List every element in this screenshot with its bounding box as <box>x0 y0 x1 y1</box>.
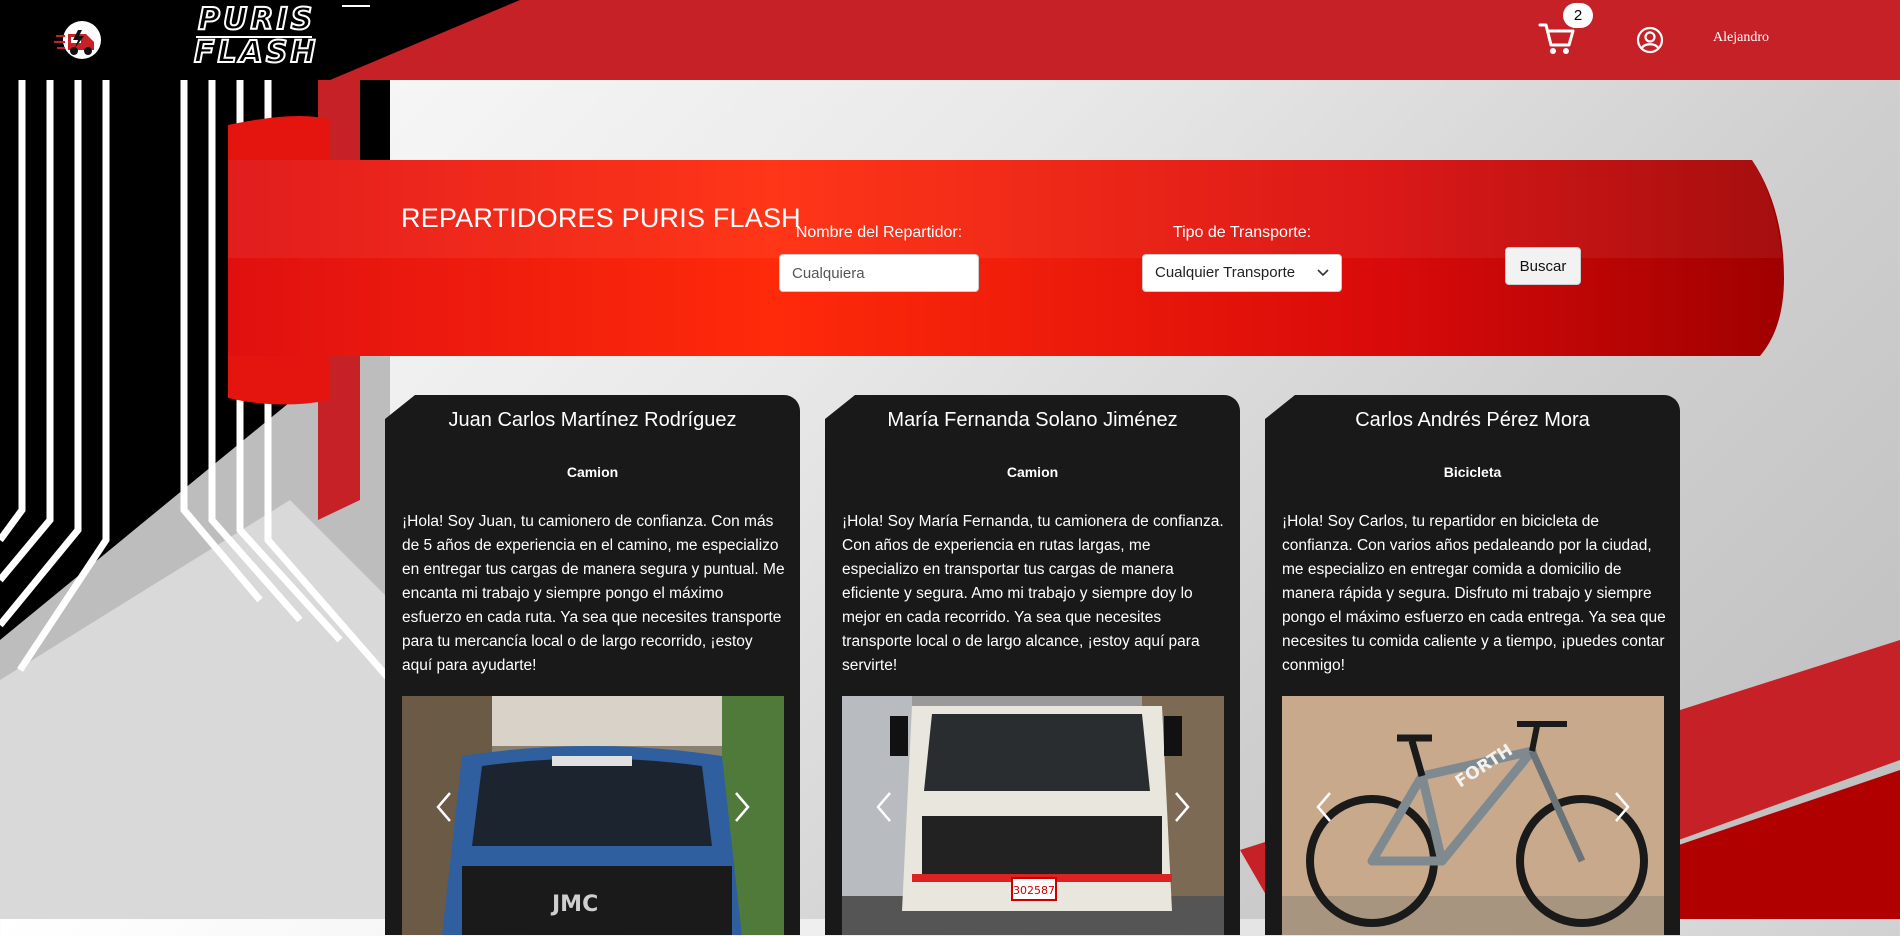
svg-text:PURIS: PURIS <box>198 2 315 37</box>
cart-count-badge: 2 <box>1563 3 1593 28</box>
transport-type-select[interactable]: Cualquier Transporte <box>1142 254 1342 292</box>
bicycle-image: FORTH <box>1282 696 1664 935</box>
courier-vehicle-photo-carousel: JMC <box>402 696 784 935</box>
courier-description: ¡Hola! Soy María Fernanda, tu camionera … <box>842 513 1224 674</box>
courier-description: ¡Hola! Soy Juan, tu camionero de confian… <box>402 513 785 674</box>
carousel-prev-icon[interactable] <box>1314 791 1334 823</box>
courier-transport-type: Camion <box>1006 464 1059 480</box>
courier-transport-type: Camion <box>566 464 619 480</box>
svg-text:JMC: JMC <box>550 892 598 917</box>
user-account-icon[interactable] <box>1636 26 1664 54</box>
user-name-link[interactable]: Alejandro <box>1713 30 1769 46</box>
white-truck-image: 302587 <box>842 696 1224 935</box>
carousel-next-icon[interactable] <box>1172 791 1192 823</box>
courier-card[interactable]: Juan Carlos Martínez Rodríguez Camion ¡H… <box>385 395 800 935</box>
chevron-down-icon <box>1317 269 1329 277</box>
name-filter-label: Nombre del Repartidor: <box>795 224 963 241</box>
license-plate: 302587 <box>1013 884 1055 897</box>
page-title: REPARTIDORES PURIS FLASH <box>401 203 801 233</box>
courier-card[interactable]: María Fernanda Solano Jiménez Camion ¡Ho… <box>825 395 1240 935</box>
courier-description: ¡Hola! Soy Carlos, tu repartidor en bici… <box>1282 513 1666 674</box>
blue-truck-image: JMC <box>402 696 784 935</box>
top-navbar: PURIS FLASH 2 Alejandro <box>0 0 1900 80</box>
courier-name: María Fernanda Solano Jiménez <box>887 409 1178 431</box>
courier-vehicle-photo-carousel: 302587 <box>842 696 1224 935</box>
puris-flash-logo[interactable]: PURIS FLASH <box>192 2 372 68</box>
courier-card[interactable]: Carlos Andrés Pérez Mora Bicicleta ¡Hola… <box>1265 395 1680 935</box>
transport-filter-label: Tipo de Transporte: <box>1172 224 1312 241</box>
search-button[interactable]: Buscar <box>1505 247 1581 285</box>
carousel-next-icon[interactable] <box>1612 791 1632 823</box>
carousel-prev-icon[interactable] <box>434 791 454 823</box>
courier-name: Carlos Andrés Pérez Mora <box>1355 409 1590 431</box>
delivery-truck-logo-icon[interactable] <box>54 18 106 62</box>
courier-name-input[interactable] <box>779 254 979 292</box>
svg-text:FLASH: FLASH <box>194 35 319 68</box>
courier-transport-type: Bicicleta <box>1443 464 1502 480</box>
transport-select-value: Cualquier Transporte <box>1155 264 1296 281</box>
carousel-prev-icon[interactable] <box>874 791 894 823</box>
courier-vehicle-photo-carousel: FORTH <box>1282 696 1664 935</box>
courier-name: Juan Carlos Martínez Rodríguez <box>448 409 737 431</box>
carousel-next-icon[interactable] <box>732 791 752 823</box>
